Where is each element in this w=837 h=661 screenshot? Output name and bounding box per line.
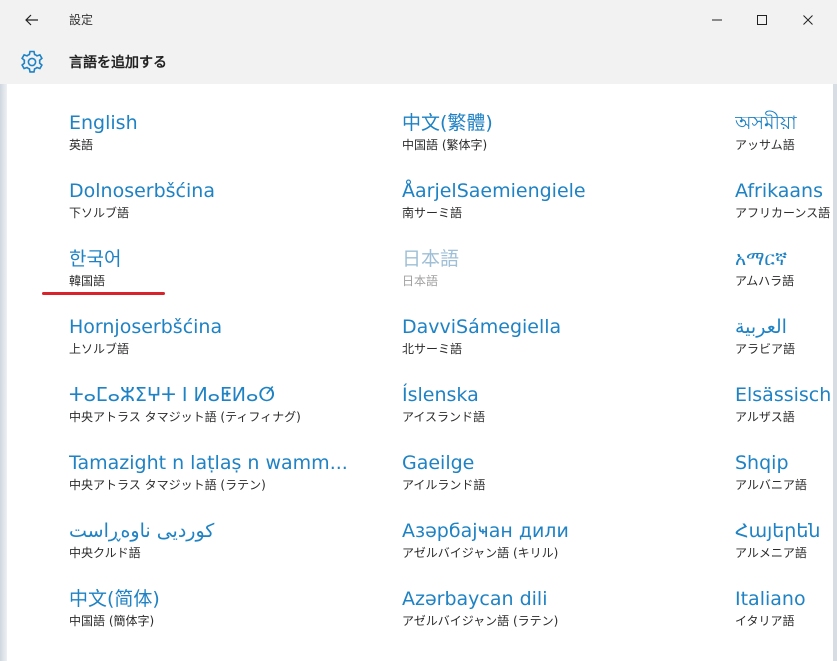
language-native-name: Shqip (735, 452, 789, 474)
language-item-tamazight-tifinagh[interactable]: ⵜⴰⵎⴰⵣⵉⵖⵜ ⵏ ⵍⴰⵟⵍⴰⵚ 中央アトラス タマジット語 (ティフィナグ) (69, 382, 369, 438)
language-item-central-kurdish[interactable]: کوردیی ناوەڕاست 中央クルド語 (69, 518, 369, 574)
language-japanese-name: 英語 (69, 138, 94, 152)
language-japanese-name: 中国語 (繁体字) (402, 138, 488, 152)
language-native-name: 한국어 (69, 248, 122, 270)
language-item-lower-sorbian[interactable]: Dolnoserbšćina 下ソルブ語 (69, 178, 369, 234)
gear-icon (21, 50, 43, 73)
close-icon (803, 15, 813, 25)
language-native-name: অসমীয়া (735, 112, 797, 134)
language-native-name: Hornjoserbšćina (69, 316, 223, 338)
language-native-name: Íslenska (402, 384, 479, 406)
language-japanese-name: アラビア語 (735, 342, 796, 356)
language-japanese-name: 中央クルド語 (69, 546, 141, 560)
language-japanese-name: アイスランド語 (402, 410, 486, 424)
language-native-name: Dolnoserbšćina (69, 180, 215, 202)
language-native-name: Азәрбајҹан дили (402, 520, 569, 542)
language-japanese-name: アムハラ語 (735, 274, 795, 288)
language-native-name: Italiano (735, 588, 806, 610)
language-item-upper-sorbian[interactable]: Hornjoserbšćina 上ソルブ語 (69, 314, 369, 370)
language-japanese-name: アゼルバイジャン語 (キリル) (402, 546, 559, 560)
language-japanese-name: アイルランド語 (402, 478, 486, 492)
language-native-name: العربية (735, 316, 787, 338)
language-item-assamese[interactable]: অসমীয়া アッサム語 (735, 110, 833, 166)
language-item-japanese: 日本語 日本語 (402, 246, 702, 302)
language-native-name: English (69, 112, 138, 134)
back-arrow-icon (25, 14, 38, 26)
language-item-albanian[interactable]: Shqip アルバニア語 (735, 450, 833, 506)
language-item-english[interactable]: English 英語 (69, 110, 369, 166)
language-item-southern-sami[interactable]: ÅarjelSaemiengiele 南サーミ語 (402, 178, 702, 234)
language-item-irish[interactable]: Gaeilge アイルランド語 (402, 450, 702, 506)
language-japanese-name: 日本語 (402, 274, 439, 288)
language-japanese-name: アルバニア語 (735, 478, 807, 492)
maximize-button[interactable] (742, 5, 782, 35)
language-native-name: Հայերեն (735, 520, 821, 542)
language-item-armenian[interactable]: Հայերեն アルメニア語 (735, 518, 833, 574)
window-title: 設定 (69, 13, 94, 27)
language-japanese-name: 中央アトラス タマジット語 (ラテン) (69, 478, 266, 492)
language-native-name: Tamazight n laṭlaṣ n wamm... (69, 452, 348, 474)
language-native-name: አማርኛ (735, 248, 788, 270)
language-japanese-name: 北サーミ語 (402, 342, 463, 356)
language-japanese-name: 中央アトラス タマジット語 (ティフィナグ) (69, 410, 301, 424)
language-item-amharic[interactable]: አማርኛ アムハラ語 (735, 246, 833, 302)
page-header: 言語を追加する (0, 40, 837, 84)
language-native-name: DavviSámegiella (402, 316, 562, 338)
language-japanese-name: 韓国語 (69, 274, 106, 288)
minimize-icon (712, 19, 722, 21)
left-edge-divider (0, 84, 7, 661)
language-japanese-name: アルザス語 (735, 410, 795, 424)
language-item-arabic[interactable]: العربية アラビア語 (735, 314, 833, 370)
language-item-afrikaans[interactable]: Afrikaans アフリカーンス語 (735, 178, 833, 234)
language-native-name: 中文(繁體) (402, 112, 493, 134)
language-item-chinese-traditional[interactable]: 中文(繁體) 中国語 (繁体字) (402, 110, 702, 166)
language-item-azerbaijani-cyrillic[interactable]: Азәрбајҹан дили アゼルバイジャン語 (キリル) (402, 518, 702, 574)
language-item-chinese-simplified[interactable]: 中文(简体) 中国語 (簡体字) (69, 586, 369, 642)
language-japanese-name: 中国語 (簡体字) (69, 614, 155, 628)
language-native-name: Gaeilge (402, 452, 475, 474)
language-native-name: ÅarjelSaemiengiele (402, 180, 586, 202)
language-native-name: 中文(简体) (69, 588, 160, 610)
page-title: 言語を追加する (69, 55, 167, 71)
close-button[interactable] (788, 5, 828, 35)
settings-window: 設定 言語を追加する English 英語 Dolnoserbšćina 下ソル… (0, 0, 837, 661)
language-item-northern-sami[interactable]: DavviSámegiella 北サーミ語 (402, 314, 702, 370)
language-native-name: 日本語 (402, 248, 460, 270)
language-native-name: Elsässisch (735, 384, 832, 406)
red-underline-annotation (42, 292, 165, 295)
language-item-italian[interactable]: Italiano イタリア語 (735, 586, 833, 642)
language-japanese-name: アゼルバイジャン語 (ラテン) (402, 614, 559, 628)
language-item-tamazight-latin[interactable]: Tamazight n laṭlaṣ n wamm... 中央アトラス タマジッ… (69, 450, 369, 506)
language-japanese-name: アルメニア語 (735, 546, 807, 560)
language-native-name: Afrikaans (735, 180, 823, 202)
language-japanese-name: アフリカーンス語 (735, 206, 831, 220)
language-item-icelandic[interactable]: Íslenska アイスランド語 (402, 382, 702, 438)
minimize-button[interactable] (697, 5, 737, 35)
language-japanese-name: イタリア語 (735, 614, 795, 628)
right-edge-divider (833, 84, 837, 661)
maximize-icon (757, 15, 767, 25)
language-native-name: ⵜⴰⵎⴰⵣⵉⵖⵜ ⵏ ⵍⴰⵟⵍⴰⵚ (69, 384, 276, 406)
back-button[interactable] (14, 6, 50, 34)
language-item-azerbaijani-latin[interactable]: Azərbaycan dili アゼルバイジャン語 (ラテン) (402, 586, 702, 642)
language-native-name: کوردیی ناوەڕاست (69, 520, 215, 542)
language-japanese-name: 南サーミ語 (402, 206, 463, 220)
language-japanese-name: 上ソルブ語 (69, 342, 130, 356)
language-item-alsatian[interactable]: Elsässisch アルザス語 (735, 382, 833, 438)
title-bar: 設定 (0, 0, 837, 40)
language-japanese-name: アッサム語 (735, 138, 795, 152)
language-japanese-name: 下ソルブ語 (69, 206, 130, 220)
language-native-name: Azərbaycan dili (402, 588, 548, 610)
